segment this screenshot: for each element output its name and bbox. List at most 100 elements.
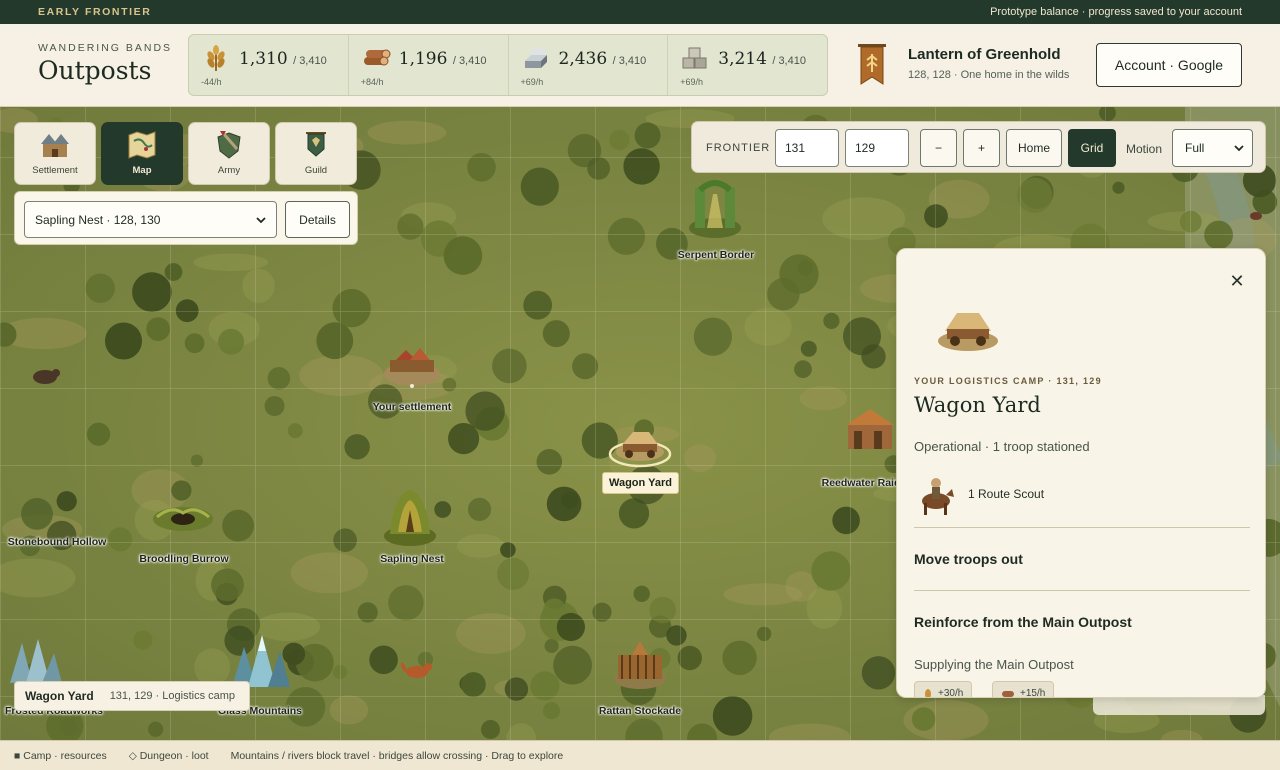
fox-creature-icon — [401, 661, 432, 678]
brand-label: EARLY FRONTIER — [38, 6, 152, 18]
page-title: Outposts — [38, 56, 152, 85]
header: WANDERING BANDS Outposts 1,310 / 3,410 -… — [0, 24, 1280, 107]
panel-title: Wagon Yard — [914, 393, 1041, 417]
route-scout-icon — [922, 478, 954, 515]
map-label-serpent-border[interactable]: Serpent Border — [678, 249, 754, 261]
guild-banner-icon — [306, 132, 326, 157]
account-button[interactable]: Account · Google — [1096, 43, 1242, 87]
wagon-yard-site-icon[interactable] — [605, 418, 675, 468]
panel-shadow-card — [1093, 695, 1265, 715]
nav-tabs: Settlement Map Army Guild — [14, 122, 357, 185]
site-detail-panel: ✕ YOUR LOGISTICS CAMP · 131, 129 Wagon Y… — [896, 248, 1266, 698]
map-label-sapling-nest[interactable]: Sapling Nest — [380, 553, 444, 565]
sapling-nest-site-icon[interactable] — [380, 484, 440, 548]
tab-map-label: Map — [132, 165, 152, 176]
panel-divider — [914, 590, 1250, 591]
player-banner-icon — [858, 44, 886, 85]
iron-value: 2,436 — [558, 49, 608, 69]
supply-chip-wood-value: +15/h — [1020, 688, 1046, 698]
supply-chip-grain: +30/h — [914, 681, 973, 698]
frontier-y-input[interactable]: 129 — [845, 129, 909, 167]
bird-creature-icon — [1250, 212, 1262, 220]
reinforce-button[interactable]: Reinforce from the Main Outpost — [914, 614, 1132, 630]
map-icon — [128, 131, 156, 159]
grid-toggle-button[interactable]: Grid — [1068, 129, 1116, 167]
tab-army[interactable]: Army — [188, 122, 270, 185]
map-label-your-settlement[interactable]: Your settlement — [373, 401, 452, 413]
troop-label: 1 Route Scout — [968, 487, 1045, 501]
hover-info-chip: Wagon Yard 131, 129 · Logistics camp — [14, 681, 250, 711]
frontier-x-input[interactable]: 131 — [775, 129, 839, 167]
panel-divider — [914, 527, 1250, 528]
home-button[interactable]: Home — [1006, 129, 1062, 167]
motion-label: Motion — [1126, 142, 1163, 156]
player-name: Lantern of Greenhold — [908, 46, 1061, 63]
iron-ingot-icon — [524, 49, 547, 68]
wood-rate: +84/h — [360, 77, 384, 87]
supply-label: Supplying the Main Outpost — [914, 657, 1074, 672]
stone-value: 3,214 — [718, 49, 767, 69]
map-label-reedwater-raid[interactable]: Reedwater Raid — [822, 477, 901, 489]
panel-status: Operational · 1 troop stationed — [914, 439, 1090, 454]
wood-logs-icon — [363, 49, 391, 66]
broodling-burrow-site-icon[interactable] — [151, 499, 215, 533]
title-kicker: WANDERING BANDS — [38, 42, 173, 54]
rattan-stockade-site-icon[interactable] — [610, 633, 670, 693]
player-info: Lantern of Greenhold 128, 128 · One home… — [908, 46, 1069, 81]
resource-bar: 1,310 / 3,410 -44/h 1,196 / 3,410 +84/h … — [188, 34, 828, 96]
tab-guild-label: Guild — [304, 165, 328, 176]
troop-row: 1 Route Scout — [914, 471, 1044, 517]
tab-map[interactable]: Map — [101, 122, 183, 185]
your-settlement-icon[interactable] — [382, 342, 442, 388]
tab-guild[interactable]: Guild — [275, 122, 357, 185]
hover-info-sub: 131, 129 · Logistics camp — [109, 690, 236, 702]
chevron-down-icon — [1234, 145, 1244, 152]
map-label-rattan-stockade[interactable]: Rattan Stockade — [599, 705, 681, 717]
supply-chip-grain-value: +30/h — [938, 688, 964, 698]
outpost-select-value: Sapling Nest · 128, 130 — [35, 212, 161, 227]
supply-chip-wood: +15/h — [992, 681, 1055, 698]
stone-cap: / 3,410 — [772, 55, 806, 67]
tab-settlement[interactable]: Settlement — [14, 122, 96, 185]
outpost-select[interactable]: Sapling Nest · 128, 130 — [24, 201, 277, 238]
hover-info-title: Wagon Yard — [25, 689, 94, 703]
resource-wood: 1,196 / 3,410 +84/h — [349, 35, 509, 95]
title-block: WANDERING BANDS Outposts — [38, 42, 172, 85]
stone-rate: +69/h — [680, 77, 704, 87]
move-troops-out-button[interactable]: Move troops out — [914, 551, 1023, 567]
outpost-selector-panel: Sapling Nest · 128, 130 Details — [14, 191, 358, 245]
zoom-in-button[interactable]: + — [963, 129, 1000, 167]
frontier-label: FRONTIER · — [706, 142, 779, 154]
serpent-border-site-icon[interactable] — [683, 178, 747, 242]
motion-select-value: Full — [1185, 141, 1205, 155]
chevron-down-icon — [256, 216, 266, 223]
panel-kicker: YOUR LOGISTICS CAMP · 131, 129 — [914, 376, 1102, 386]
map-label-stonebound-hollow[interactable]: Stonebound Hollow — [8, 536, 107, 548]
grain-cap: / 3,410 — [293, 55, 327, 67]
grain-icon — [207, 45, 225, 71]
save-status-note: Prototype balance · progress saved to yo… — [990, 6, 1242, 18]
legend-hint: Mountains / rivers block travel · bridge… — [230, 749, 564, 762]
grain-value: 1,310 — [239, 49, 288, 69]
reedwater-raid-site-icon[interactable] — [842, 405, 898, 461]
legend-dungeon: ◇ Dungeon · loot — [128, 749, 209, 762]
legend-camp: ■ Camp · resources — [14, 749, 107, 762]
wood-value: 1,196 — [398, 49, 448, 69]
selected-site-label[interactable]: Wagon Yard — [602, 472, 679, 494]
close-icon[interactable]: ✕ — [1227, 271, 1247, 291]
logistics-camp-image — [938, 313, 998, 351]
grain-icon — [925, 689, 931, 697]
wood-cap: / 3,410 — [452, 55, 487, 67]
wood-logs-icon — [1002, 691, 1014, 697]
details-button[interactable]: Details — [285, 201, 350, 238]
player-coords: 128, 128 · One home in the wilds — [908, 69, 1070, 81]
resource-stone: 3,214 / 3,410 +69/h — [668, 35, 827, 95]
settlement-icon — [41, 134, 69, 157]
zoom-out-button[interactable]: − — [920, 129, 957, 167]
frontier-controls: FRONTIER · 131 129 − + Home Grid Motion … — [691, 121, 1266, 173]
tab-army-label: Army — [217, 165, 241, 176]
map-label-broodling-burrow[interactable]: Broodling Burrow — [139, 553, 228, 565]
resource-grain: 1,310 / 3,410 -44/h — [189, 35, 349, 95]
tab-settlement-label: Settlement — [32, 165, 78, 176]
motion-select[interactable]: Full — [1172, 129, 1253, 167]
